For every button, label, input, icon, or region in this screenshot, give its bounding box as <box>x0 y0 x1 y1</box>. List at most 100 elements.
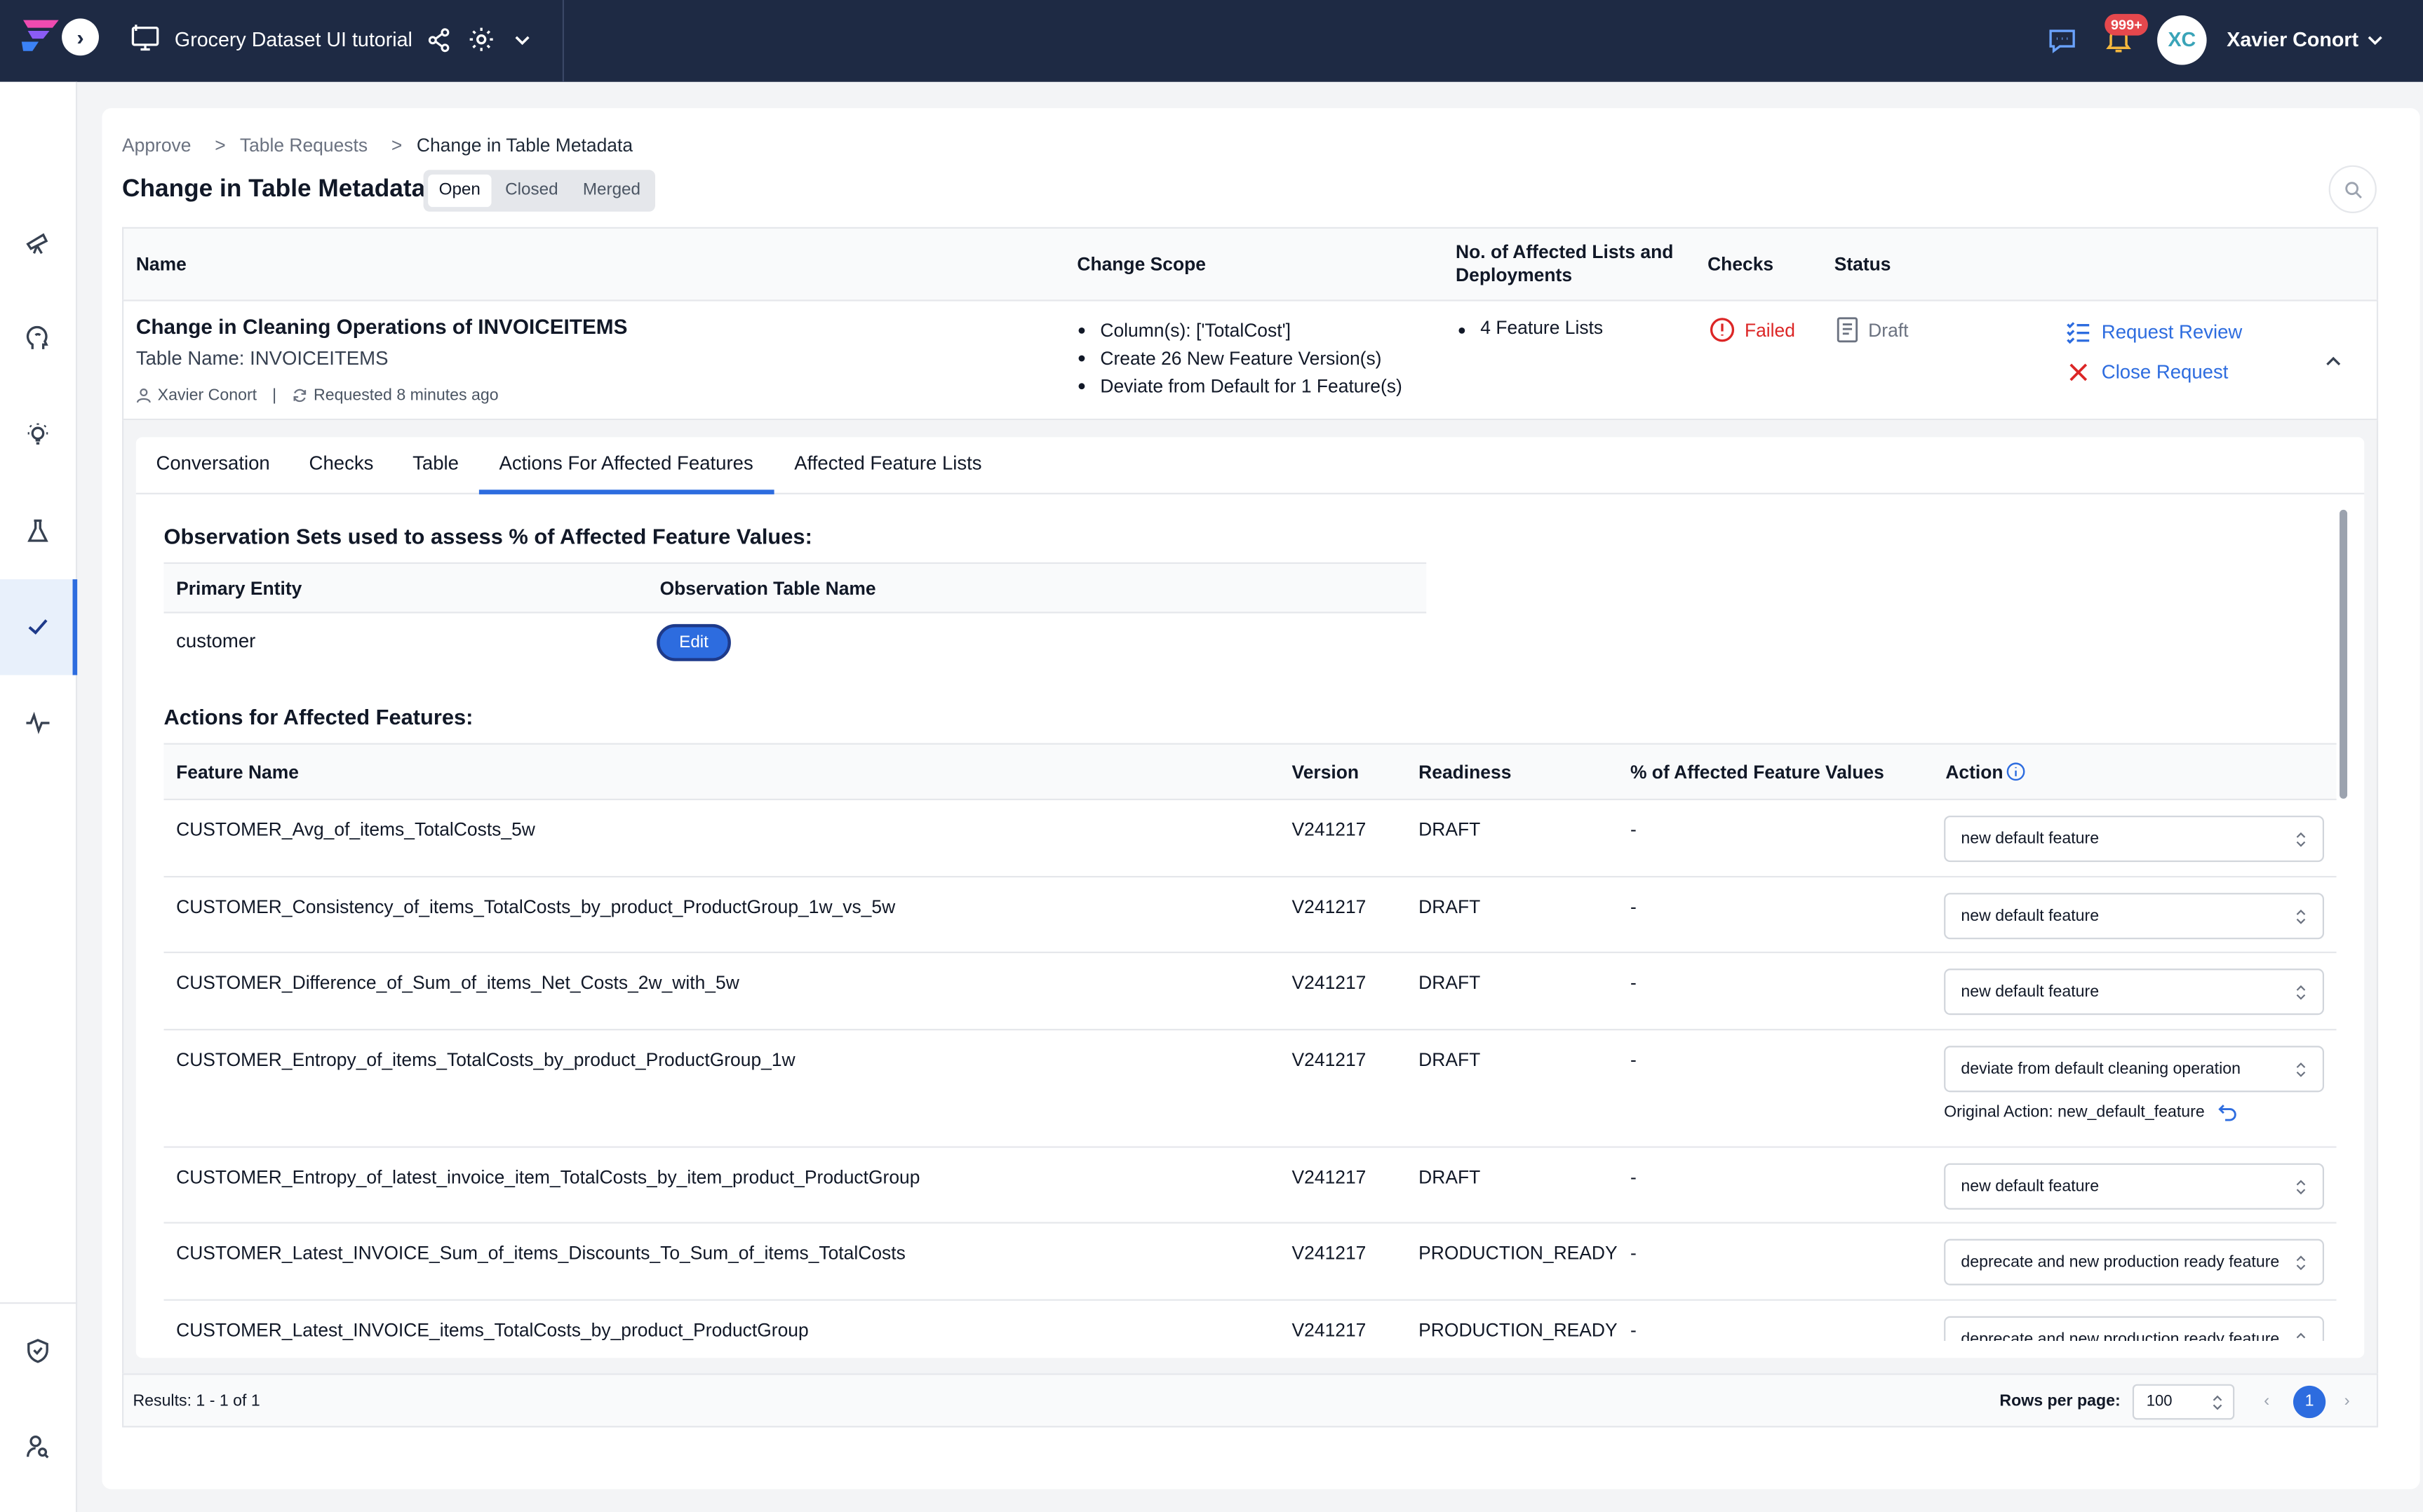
feature-readiness: DRAFT <box>1418 971 1481 994</box>
column-header-affected-pct: % of Affected Feature Values <box>1630 761 1884 783</box>
tab-table[interactable]: Table <box>412 452 459 474</box>
document-icon <box>1837 317 1858 343</box>
user-menu-chevron-icon[interactable] <box>2364 29 2386 51</box>
avatar[interactable]: XC <box>2157 15 2207 65</box>
feature-affected-pct: - <box>1630 1319 1637 1342</box>
chevron-down-icon[interactable] <box>511 29 533 51</box>
topbar-divider <box>562 0 565 82</box>
info-icon[interactable] <box>2006 762 2026 782</box>
rows-per-page-label: Rows per page: <box>1999 1391 2121 1411</box>
column-header-affected-lists: No. of Affected Lists and Deployments <box>1456 241 1674 286</box>
action-select-value: new default feature <box>1961 1177 2100 1196</box>
project-title[interactable]: Grocery Dataset UI tutorial <box>175 28 412 51</box>
column-header-readiness: Readiness <box>1418 761 1512 783</box>
request-author: Xavier Conort <box>157 386 257 405</box>
request-title[interactable]: Change in Cleaning Operations of INVOICE… <box>136 315 628 338</box>
feature-readiness: DRAFT <box>1418 1166 1481 1188</box>
action-select-value: deprecate and new production ready featu… <box>1961 1330 2280 1342</box>
prev-page-button[interactable]: ‹ <box>2264 1392 2269 1410</box>
page-number-current[interactable]: 1 <box>2293 1385 2326 1419</box>
feature-name[interactable]: CUSTOMER_Difference_of_Sum_of_items_Net_… <box>176 972 739 994</box>
sidebar-item-telescope[interactable] <box>0 213 77 275</box>
action-select-value: new default feature <box>1961 907 2100 926</box>
sidebar-item-brain[interactable] <box>0 309 77 371</box>
action-select[interactable]: new default feature <box>1944 1163 2325 1210</box>
filter-merged[interactable]: Merged <box>572 175 651 207</box>
active-tab-indicator <box>478 490 774 494</box>
user-name[interactable]: Xavier Conort <box>2227 28 2358 51</box>
flask-icon <box>27 519 48 542</box>
select-arrows-icon <box>2296 1062 2306 1077</box>
primary-entity-value: customer <box>176 630 256 652</box>
close-icon <box>2069 363 2088 382</box>
feature-name[interactable]: CUSTOMER_Latest_INVOICE_Sum_of_items_Dis… <box>176 1242 906 1264</box>
sidebar-item-approve[interactable] <box>0 579 78 675</box>
feature-name[interactable]: CUSTOMER_Consistency_of_items_TotalCosts… <box>176 896 895 918</box>
filter-closed[interactable]: Closed <box>495 175 569 207</box>
breadcrumb-table-requests[interactable]: Table Requests <box>240 135 368 156</box>
user-icon <box>136 389 151 403</box>
filter-open[interactable]: Open <box>428 174 492 208</box>
sidebar-item-experiments[interactable] <box>0 501 77 562</box>
app-logo-icon[interactable] <box>18 17 62 54</box>
feature-affected-pct: - <box>1630 971 1637 994</box>
lightbulb-icon <box>27 423 48 445</box>
request-table-name: Table Name: INVOICEITEMS <box>135 347 389 370</box>
select-arrows-icon <box>2296 1255 2306 1271</box>
checks-label: Failed <box>1744 318 1795 341</box>
table-row: CUSTOMER_Entropy_of_items_TotalCosts_by_… <box>163 1030 2337 1148</box>
action-select[interactable]: deprecate and new production ready featu… <box>1944 1316 2325 1342</box>
share-icon[interactable] <box>427 28 451 53</box>
chevron-up-icon[interactable] <box>2323 351 2344 372</box>
sidebar-item-monitor[interactable] <box>0 692 77 754</box>
request-review-button[interactable]: Request Review <box>2066 320 2242 344</box>
feature-name[interactable]: CUSTOMER_Latest_INVOICE_items_TotalCosts… <box>176 1319 809 1341</box>
feature-version: V241217 <box>1291 1319 1367 1342</box>
tab-conversation[interactable]: Conversation <box>156 452 269 474</box>
feature-name[interactable]: CUSTOMER_Avg_of_items_TotalCosts_5w <box>176 818 535 840</box>
sidebar-item-security[interactable] <box>0 1321 77 1382</box>
gear-icon[interactable] <box>468 26 494 52</box>
edit-observation-button[interactable]: Edit <box>657 623 731 661</box>
status-label: Draft <box>1868 318 1909 341</box>
feature-version: V241217 <box>1291 818 1367 841</box>
tab-affected-feature-lists[interactable]: Affected Feature Lists <box>794 452 981 474</box>
page-title: Change in Table Metadata <box>122 176 426 203</box>
feature-name[interactable]: CUSTOMER_Entropy_of_items_TotalCosts_by_… <box>176 1049 796 1071</box>
brain-icon <box>26 325 48 349</box>
user-search-icon <box>26 1435 49 1459</box>
feature-readiness: DRAFT <box>1418 818 1481 841</box>
request-table-header <box>122 227 2379 300</box>
feature-name[interactable]: CUSTOMER_Entropy_of_latest_invoice_item_… <box>176 1166 920 1188</box>
action-select[interactable]: new default feature <box>1944 816 2325 863</box>
breadcrumb: Approve > Table Requests > Change in Tab… <box>122 135 642 156</box>
table-row: CUSTOMER_Avg_of_items_TotalCosts_5w V2412… <box>163 800 2337 878</box>
breadcrumb-approve[interactable]: Approve <box>122 135 191 156</box>
column-header-primary-entity: Primary Entity <box>176 577 302 600</box>
undo-icon[interactable] <box>2217 1103 2237 1121</box>
tab-actions-affected-features[interactable]: Actions For Affected Features <box>499 452 753 474</box>
action-select[interactable]: deviate from default cleaning operation <box>1944 1046 2325 1093</box>
top-bar: › Grocery Dataset UI tutorial 999+ XC Xa… <box>0 0 2423 82</box>
features-table-body: CUSTOMER_Avg_of_items_TotalCosts_5w V2412… <box>163 800 2337 1342</box>
close-request-button[interactable]: Close Request <box>2066 360 2228 384</box>
action-select[interactable]: new default feature <box>1944 893 2325 940</box>
rows-per-page-select[interactable]: 100 <box>2132 1384 2235 1420</box>
chat-icon[interactable] <box>2048 26 2077 55</box>
feature-affected-pct: - <box>1630 896 1637 918</box>
tab-checks[interactable]: Checks <box>309 452 374 474</box>
vertical-scrollbar[interactable] <box>2340 509 2348 799</box>
next-page-button[interactable]: › <box>2344 1392 2350 1410</box>
status-filter: Open Closed Merged <box>423 170 657 212</box>
action-select-value: new default feature <box>1961 982 2100 1001</box>
action-select[interactable]: deprecate and new production ready featu… <box>1944 1238 2325 1285</box>
sidebar-item-ideas[interactable] <box>0 405 77 466</box>
meta-separator: | <box>272 386 277 405</box>
select-arrows-icon <box>2296 1332 2306 1339</box>
feature-affected-pct: - <box>1630 1242 1637 1264</box>
search-button[interactable] <box>2328 165 2377 213</box>
sidebar-item-user-admin[interactable] <box>0 1417 77 1478</box>
action-select[interactable]: new default feature <box>1944 968 2325 1015</box>
checks-status[interactable]: Failed <box>1709 317 1795 343</box>
expand-sidebar-button[interactable]: › <box>62 18 99 56</box>
